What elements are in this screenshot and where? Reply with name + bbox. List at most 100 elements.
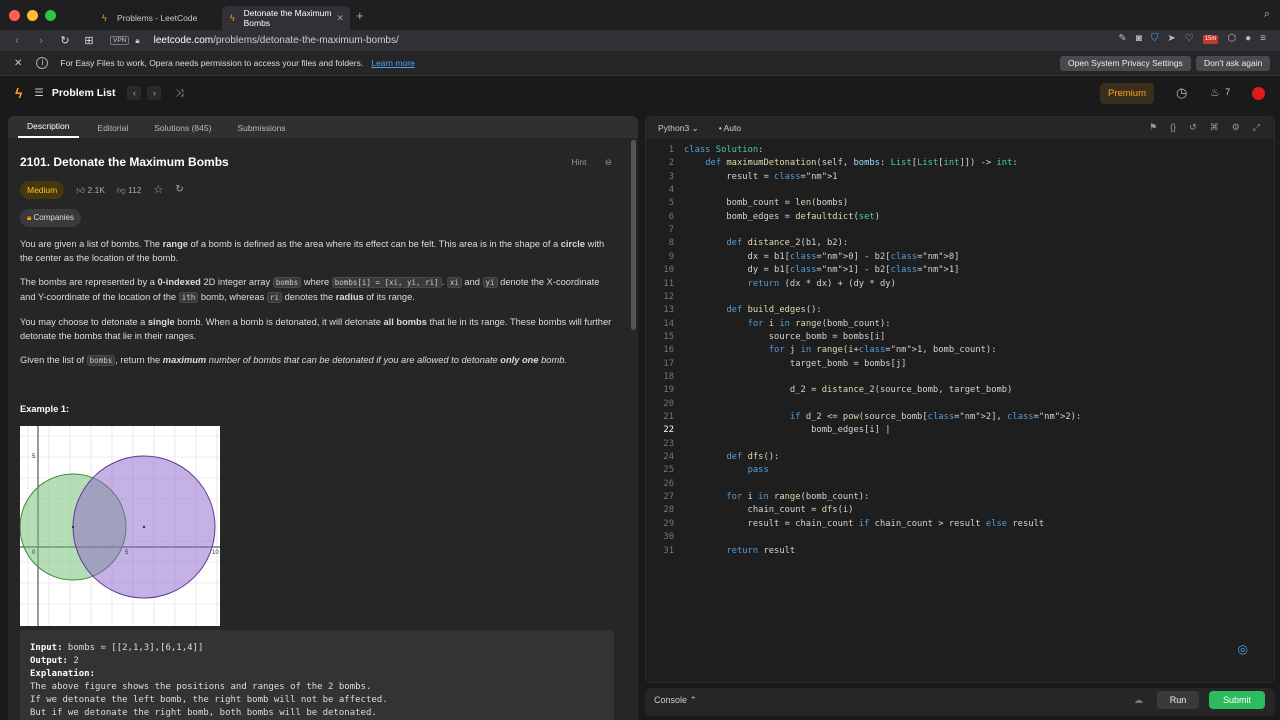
editor-actions: ⚑ {} ↺ ⌘ ⚙ ⤢: [1149, 122, 1260, 133]
line-number: 31: [663, 545, 674, 556]
tab-submissions[interactable]: Submissions: [228, 123, 294, 138]
problem-list-link[interactable]: Problem List: [52, 87, 116, 99]
reload-icon[interactable]: ↻: [58, 34, 72, 47]
code-line: def distance_2(b1, b2):: [726, 238, 849, 249]
code-line: def build_edges():: [726, 305, 822, 316]
tab-description[interactable]: Description: [18, 121, 79, 138]
feedback-icon[interactable]: ◎: [1238, 642, 1248, 656]
dont-ask-again-button[interactable]: Don't ask again: [1196, 56, 1271, 71]
next-problem-icon[interactable]: ›: [147, 86, 162, 100]
prev-problem-icon[interactable]: ‹: [127, 86, 142, 100]
hint-label: Hint: [571, 157, 587, 167]
code-line: d_2 = distance_2(source_bomb, target_bom…: [684, 385, 1013, 396]
fullscreen-icon[interactable]: ⤢: [1253, 122, 1260, 133]
line-number: 13: [663, 305, 674, 316]
profile-icon[interactable]: ●: [1245, 33, 1251, 44]
code-editor-panel: Python3 ⌄ • Auto ⚑ {} ↺ ⌘ ⚙ ⤢ 1 class Sol…: [645, 116, 1275, 683]
extension-badge[interactable]: 15m: [1202, 35, 1219, 44]
learn-more-link[interactable]: Learn more: [371, 58, 414, 68]
camera-icon[interactable]: ◙: [1136, 33, 1142, 44]
code-line: def maximumDetonation(self, bombs: List[…: [705, 158, 1018, 169]
edit-icon[interactable]: ✎: [1118, 33, 1126, 44]
line-number: 28: [663, 505, 674, 516]
back-icon[interactable]: ‹: [10, 35, 24, 47]
avatar[interactable]: [1252, 87, 1265, 100]
browser-tab-detonate[interactable]: ϟ Detonate the Maximum Bombs ✕: [222, 6, 350, 30]
run-button[interactable]: Run: [1157, 691, 1199, 709]
hint-button[interactable]: Hint ⊖: [571, 157, 612, 168]
streak-fire-icon[interactable]: ♨: [1210, 86, 1220, 99]
grid-icon[interactable]: ⊞: [82, 34, 96, 47]
leetcode-logo-icon[interactable]: ϟ: [15, 85, 22, 101]
line-number: 15: [663, 331, 674, 342]
browser-tab-problems[interactable]: ϟ Problems - LeetCode: [94, 6, 222, 30]
mode-select[interactable]: • Auto: [719, 123, 741, 133]
forward-icon[interactable]: ›: [34, 35, 48, 47]
close-tab-icon[interactable]: ✕: [336, 13, 344, 24]
code-line: return (dx * dx) + (dy * dy): [747, 278, 896, 289]
code-line: result = class="nm">1: [684, 171, 838, 182]
new-tab-button[interactable]: +: [356, 8, 364, 23]
line-number: 7: [668, 225, 674, 236]
shield-icon[interactable]: ⛉: [1151, 33, 1159, 44]
code-line: for i in range(bomb_count):: [747, 318, 891, 329]
settings-gear-icon[interactable]: ⚙: [1232, 122, 1240, 133]
premium-button[interactable]: Premium: [1100, 83, 1154, 104]
cube-icon[interactable]: ⬡: [1227, 33, 1236, 44]
text: range: [162, 239, 188, 249]
companies-button[interactable]: 🔒︎ Companies: [20, 209, 81, 227]
console-label: Console: [654, 695, 688, 705]
open-privacy-settings-button[interactable]: Open System Privacy Settings: [1060, 56, 1191, 71]
like-button[interactable]: 👍︎ 2.1K: [76, 183, 105, 197]
example-figure: 5 0 5 10: [19, 426, 220, 626]
upload-icon[interactable]: ☁: [1134, 695, 1143, 706]
send-icon[interactable]: ➤: [1167, 33, 1175, 44]
problem-title: 2101. Detonate the Maximum Bombs: [20, 155, 229, 169]
minimize-window-button[interactable]: [27, 9, 38, 21]
url-field[interactable]: leetcode.com/problems/detonate-the-maxim…: [154, 35, 399, 46]
submit-button[interactable]: Submit: [1209, 691, 1265, 709]
text: all bombs: [383, 317, 427, 327]
browser-tab-bar: ϟ Problems - LeetCode ϟ Detonate the Max…: [0, 0, 1280, 30]
address-bar-icons: ✎ ◙ ⛉ ➤ ♡ 15m ⬡ ● ≡: [1118, 33, 1266, 44]
window-controls: [9, 9, 56, 21]
shuffle-icon[interactable]: ⤨: [175, 88, 183, 99]
heart-icon[interactable]: ♡: [1185, 33, 1194, 44]
star-icon[interactable]: ☆: [154, 183, 164, 197]
list-icon[interactable]: ☰: [34, 87, 43, 99]
vpn-badge[interactable]: VPN: [110, 36, 130, 45]
editor-toolbar: Python3 ⌄ • Auto ⚑ {} ↺ ⌘ ⚙ ⤢: [646, 117, 1274, 139]
text: only one: [500, 355, 539, 365]
tab-editorial[interactable]: Editorial: [89, 123, 138, 138]
line-number: 29: [663, 518, 674, 529]
text: , return the: [115, 355, 163, 365]
braces-icon[interactable]: {}: [1170, 122, 1176, 133]
shortcut-icon[interactable]: ⌘: [1210, 122, 1219, 133]
close-window-button[interactable]: [9, 9, 20, 21]
maximize-window-button[interactable]: [45, 9, 56, 21]
description-panel: Description Editorial Solutions (845) Su…: [8, 116, 638, 720]
line-number: 1: [668, 145, 674, 155]
timer-icon[interactable]: ◷: [1176, 85, 1187, 101]
tab-solutions[interactable]: Solutions (845): [145, 123, 220, 138]
language-select[interactable]: Python3 ⌄: [658, 123, 699, 134]
line-number: 17: [663, 358, 674, 369]
tab-label: Problems - LeetCode: [117, 13, 198, 23]
code-line: pass: [747, 465, 769, 476]
console-toggle[interactable]: Console ⌃: [654, 695, 697, 706]
code-line: chain_count = dfs(i): [684, 505, 854, 516]
problem-meta: Medium 👍︎ 2.1K 👎︎ 112 ☆ ↻: [20, 181, 614, 199]
search-icon[interactable]: ⌕: [1264, 8, 1270, 21]
dislike-button[interactable]: 👎︎ 112: [117, 183, 142, 197]
share-icon[interactable]: ↻: [175, 183, 183, 197]
code-line: class Solution:: [684, 145, 764, 155]
menu-icon[interactable]: ≡: [1260, 33, 1266, 44]
line-number: 25: [663, 465, 674, 476]
close-infobar-icon[interactable]: ✕: [14, 58, 22, 69]
text: number of bombs that can be detonated if…: [206, 355, 501, 365]
more-icon[interactable]: ⊖: [605, 157, 612, 167]
text: bomb. When a bomb is detonated, it will …: [174, 317, 384, 327]
description-scrollbar[interactable]: [631, 140, 636, 330]
reset-icon[interactable]: ↺: [1189, 122, 1197, 133]
bookmark-icon[interactable]: ⚑: [1149, 122, 1157, 133]
